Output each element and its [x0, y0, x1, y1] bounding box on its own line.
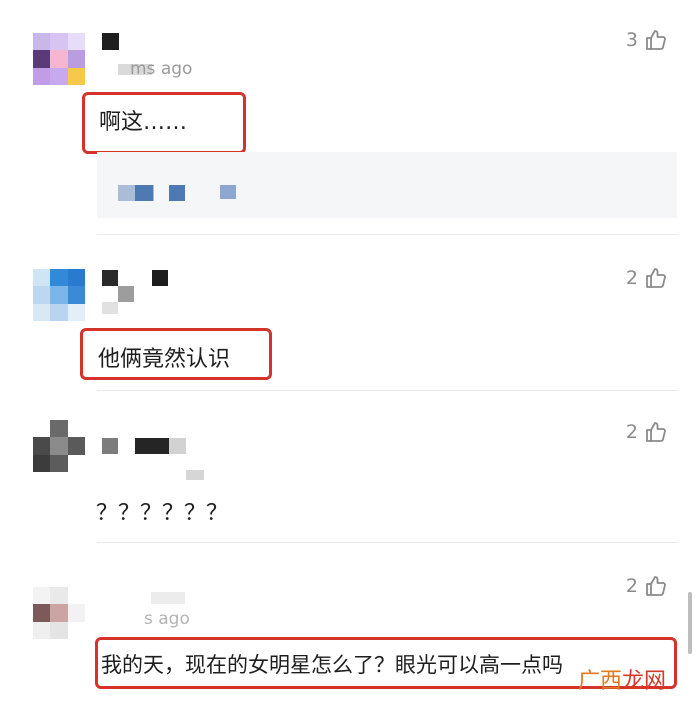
comment-text: ？？？？？？: [96, 501, 229, 526]
thumbs-up-icon: [646, 268, 666, 288]
username-redacted[interactable]: [151, 592, 185, 604]
like-button[interactable]: 2: [626, 266, 668, 290]
like-count: 2: [625, 267, 638, 289]
like-button[interactable]: 2: [626, 420, 668, 444]
comment-text: 我的天，现在的女明星怎么了？眼光可以高一点吗: [101, 653, 563, 677]
avatar[interactable]: [33, 269, 85, 321]
username-redacted[interactable]: [135, 438, 169, 454]
username-redacted[interactable]: [169, 438, 186, 454]
username-redacted[interactable]: [102, 270, 118, 286]
comment-time: ms ago: [130, 59, 193, 79]
username-redacted[interactable]: [102, 33, 119, 50]
comment-item: 2 ？？？？？？: [0, 390, 700, 545]
avatar[interactable]: [33, 587, 85, 639]
reply-redacted: [169, 185, 185, 201]
reply-redacted: [135, 185, 153, 201]
divider: [97, 234, 678, 235]
comment-text: 他俩竟然认识: [98, 347, 231, 372]
divider: [97, 542, 678, 543]
thumbs-up-icon: [646, 422, 666, 442]
username-redacted[interactable]: [118, 286, 134, 302]
comment-item: 2 他俩竟然认识: [0, 240, 700, 391]
comment-text: 啊这……: [99, 110, 188, 135]
thumbs-up-icon: [646, 30, 666, 50]
thumbs-up-icon: [646, 576, 666, 596]
time-redacted: [102, 302, 118, 314]
username-redacted[interactable]: [152, 270, 168, 286]
scrollbar[interactable]: [688, 592, 692, 654]
username-redacted[interactable]: [102, 438, 118, 454]
time-redacted: [186, 470, 204, 480]
comment-time: s ago: [144, 609, 190, 629]
like-count: 3: [625, 29, 638, 51]
comment-item: ms ago 3 啊这……: [0, 0, 700, 240]
watermark-part1: 广西: [577, 669, 622, 694]
reply-redacted: [220, 185, 236, 199]
like-button[interactable]: 3: [626, 28, 668, 52]
avatar[interactable]: [33, 420, 85, 472]
reply-preview[interactable]: [97, 152, 677, 218]
like-button[interactable]: 2: [626, 574, 668, 598]
watermark-part2: 龙网: [621, 669, 666, 694]
avatar[interactable]: [33, 33, 85, 85]
like-count: 2: [625, 575, 638, 597]
like-count: 2: [625, 421, 638, 443]
watermark-logo: 广西龙网: [578, 663, 666, 695]
